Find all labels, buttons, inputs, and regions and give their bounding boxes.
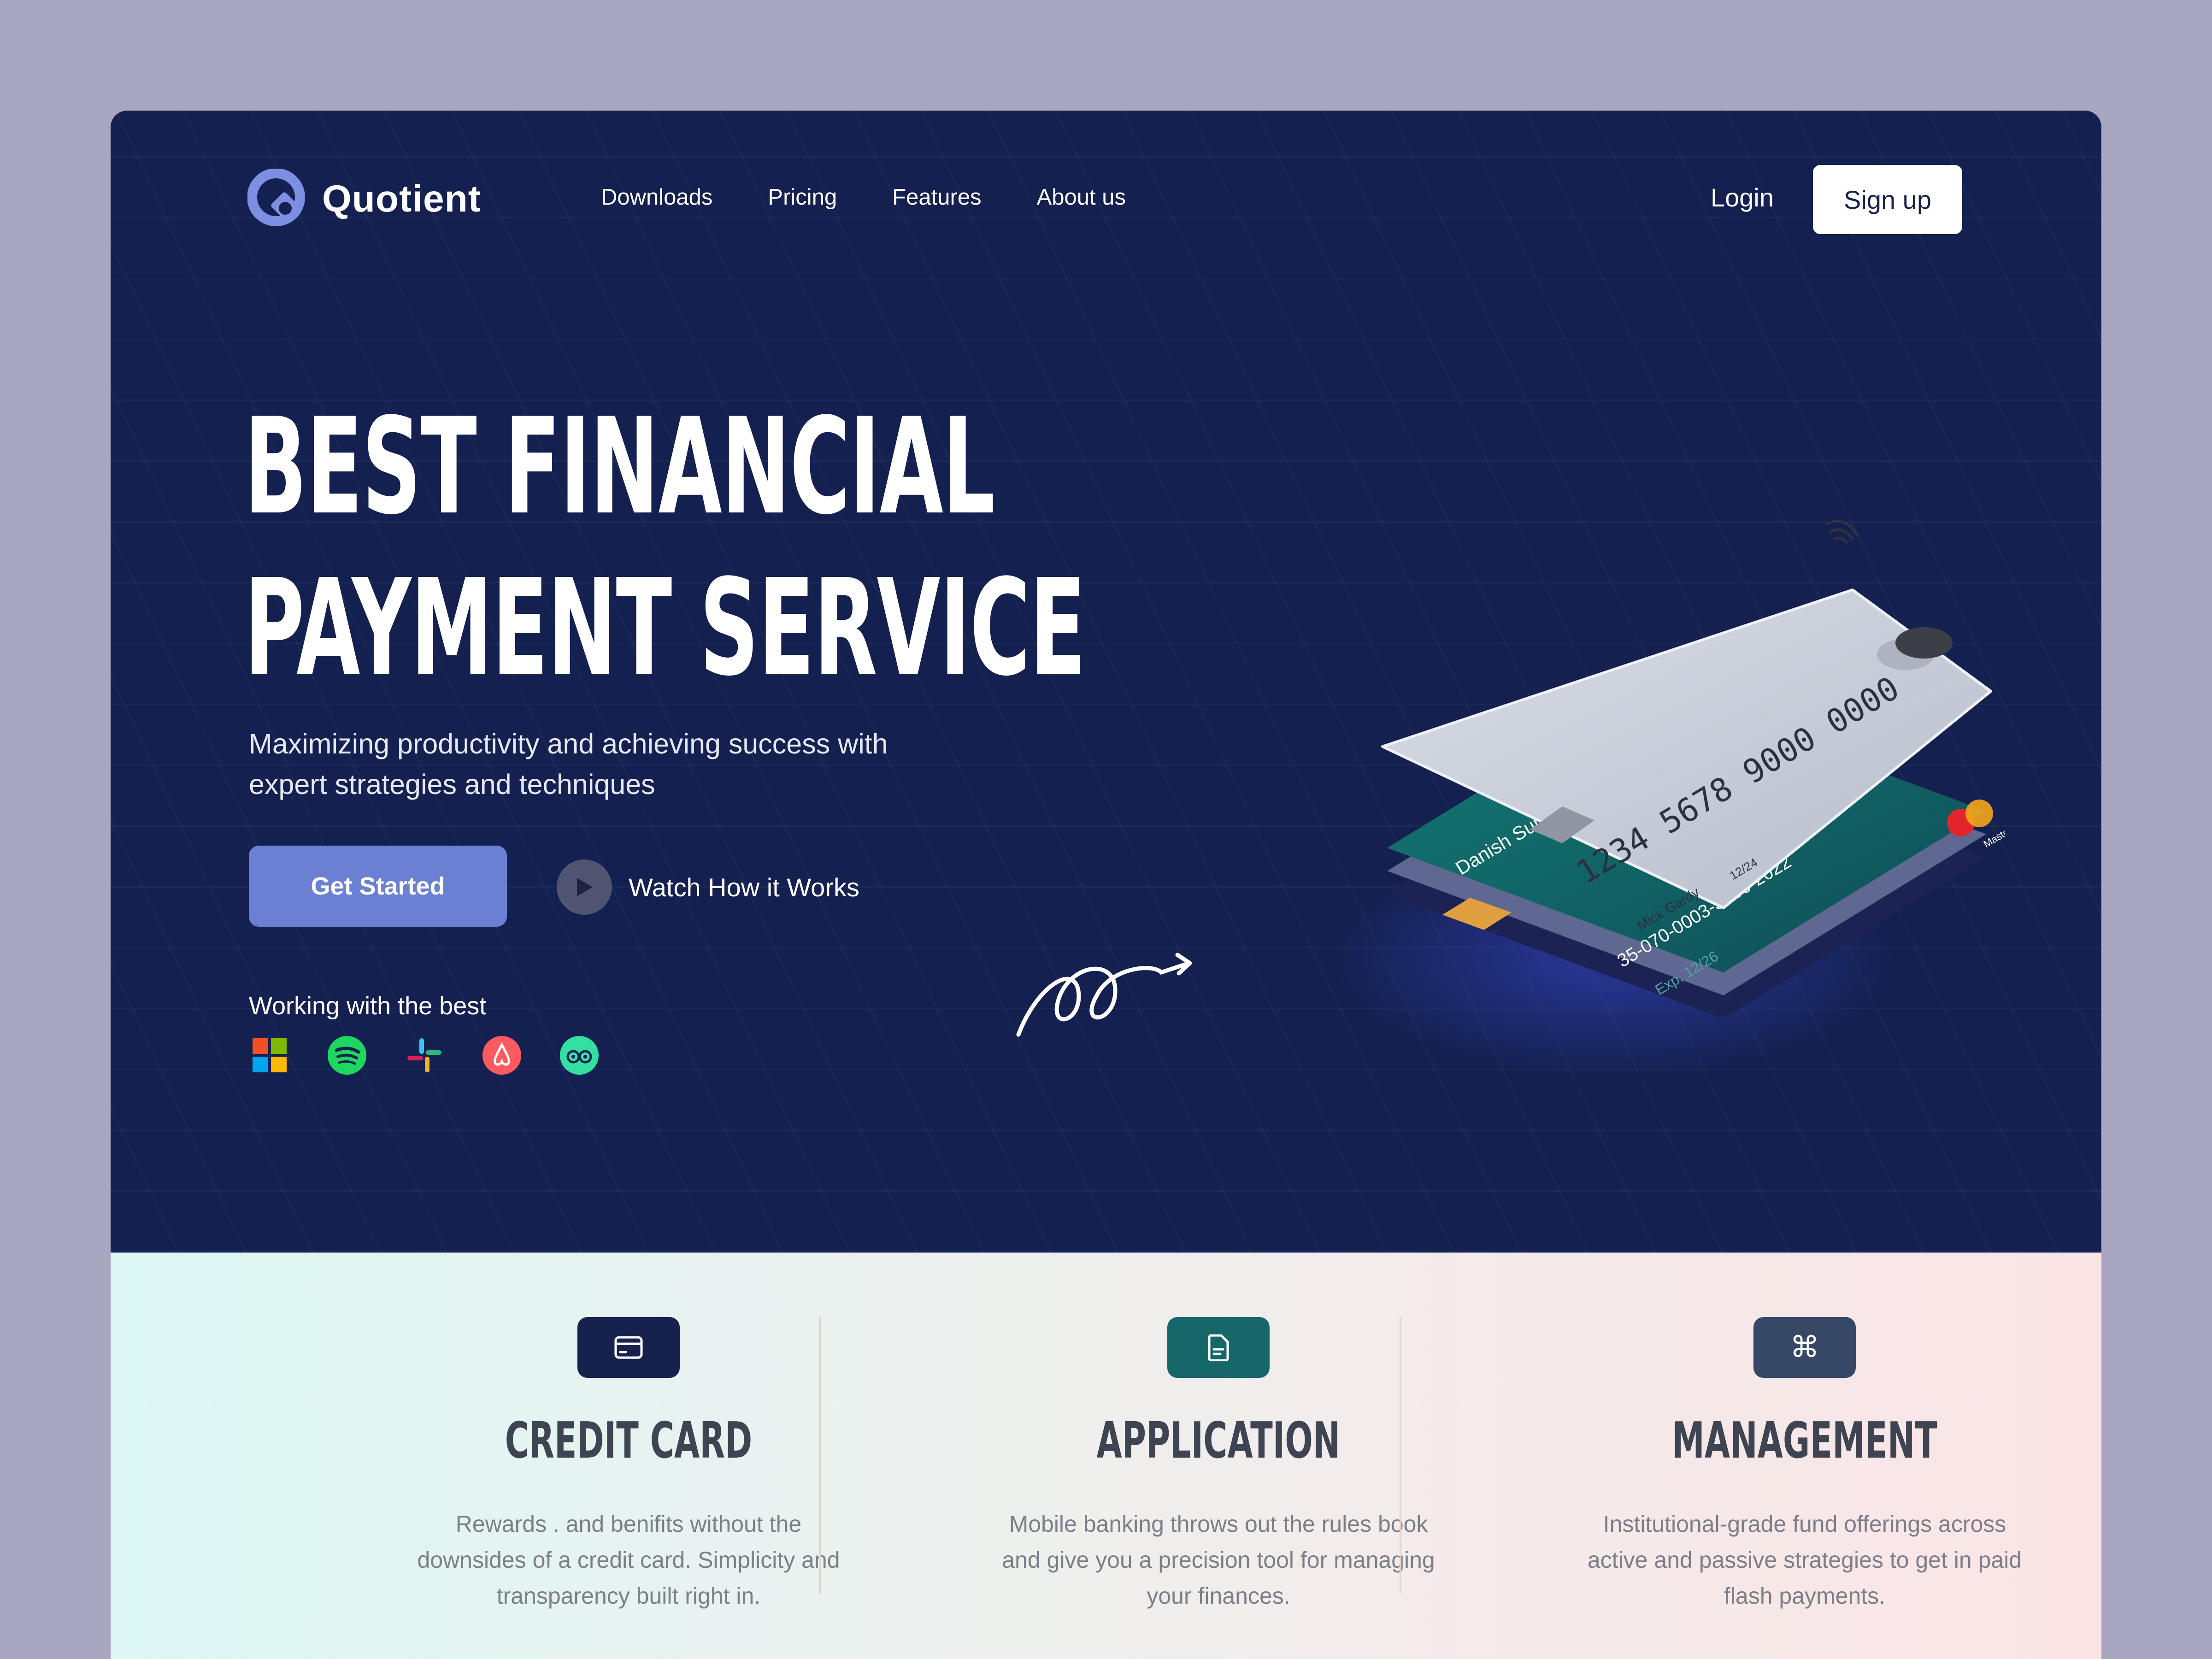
scribble-arrow-icon	[1016, 953, 1192, 1037]
feature-description: Institutional-grade fund offerings acros…	[1587, 1511, 2022, 1609]
nav-features[interactable]: Features	[892, 184, 981, 210]
slack-icon	[407, 1038, 441, 1072]
landing-page-frame: Quotient Downloads Pricing Features Abou…	[111, 111, 2101, 1659]
quotient-logo-icon	[247, 169, 305, 226]
nav-pricing[interactable]: Pricing	[768, 184, 837, 210]
microsoft-icon	[253, 1038, 287, 1072]
hero-section: Quotient Downloads Pricing Features Abou…	[111, 111, 2101, 1253]
feature-title: CREDIT CARD	[505, 1412, 753, 1470]
features-section: CREDIT CARD Rewards . and benifits witho…	[111, 1253, 2101, 1659]
document-icon	[1167, 1317, 1270, 1378]
headline-line-2: PAYMENT SERVICE	[244, 551, 1086, 705]
command-icon: ⌘	[1753, 1317, 1856, 1378]
brand-name: Quotient	[322, 178, 482, 220]
partner-logos	[249, 1035, 636, 1076]
watch-label: Watch How it Works	[629, 872, 859, 902]
credit-card-icon	[577, 1317, 680, 1378]
brand-logo[interactable]: Quotient	[247, 169, 481, 229]
hero-subtitle: Maximizing productivity and achieving su…	[249, 728, 888, 800]
watch-how-it-works-button[interactable]: Watch How it Works	[557, 859, 859, 915]
tripadvisor-icon	[560, 1036, 599, 1075]
feature-credit-card: CREDIT CARD Rewards . and benifits witho…	[352, 1253, 905, 1659]
main-nav: Downloads Pricing Features About us	[601, 184, 1181, 210]
get-started-button[interactable]: Get Started	[249, 846, 507, 927]
login-link[interactable]: Login	[1711, 182, 1774, 212]
nav-about-us[interactable]: About us	[1037, 184, 1126, 210]
feature-title: APPLICATION	[1096, 1412, 1341, 1470]
partners-label: Working with the best	[249, 992, 487, 1020]
feature-divider	[1400, 1317, 1401, 1594]
payment-cards-illustration: Danish Sury 35-070-0003-3256-2022 Exp. 1…	[1327, 520, 2005, 1078]
feature-description: Mobile banking throws out the rules book…	[1002, 1511, 1435, 1609]
signup-button[interactable]: Sign up	[1813, 165, 1962, 234]
feature-application: APPLICATION Mobile banking throws out th…	[942, 1253, 1495, 1659]
feature-management: ⌘ MANAGEMENT Institutional-grade fund of…	[1528, 1253, 2081, 1659]
feature-divider	[819, 1317, 821, 1594]
hero-headline: BEST FINANCIAL PAYMENT SERVICE	[244, 386, 1086, 709]
feature-description: Rewards . and benifits without the downs…	[417, 1511, 840, 1609]
play-icon	[557, 859, 612, 915]
airbnb-icon	[482, 1036, 521, 1075]
headline-line-1: BEST FINANCIAL	[244, 389, 995, 544]
nav-downloads[interactable]: Downloads	[601, 184, 712, 210]
contactless-icon	[1825, 520, 1859, 545]
spotify-icon	[328, 1036, 366, 1075]
feature-title: MANAGEMENT	[1671, 1412, 1938, 1470]
